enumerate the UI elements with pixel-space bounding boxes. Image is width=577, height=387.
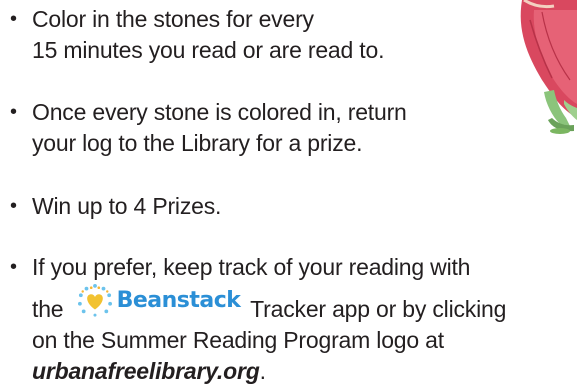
- bullet-marker: •: [10, 195, 17, 217]
- bullet-item-return-log: • Once every stone is colored in, return…: [10, 97, 407, 159]
- bullet-line: Once every stone is colored in, return: [32, 99, 407, 125]
- bullet-text-fragment: .: [259, 358, 266, 384]
- beanstack-sunburst-heart-icon: [77, 283, 112, 317]
- bullet-line-link: urbanafreelibrary.org.: [10, 356, 506, 387]
- bullet-line: your log to the Library for a prize.: [32, 130, 363, 156]
- bullet-line: Color in the stones for every: [32, 6, 314, 32]
- bullet-line: on the Summer Reading Program logo at: [32, 327, 444, 353]
- bullet-line: If you prefer, keep track of your readin…: [32, 254, 471, 280]
- bullet-line: Win up to 4 Prizes.: [32, 193, 222, 219]
- beanstack-wordmark: Beanstack: [116, 287, 241, 313]
- bullet-item-win-prizes: • Win up to 4 Prizes.: [10, 191, 221, 222]
- library-website-link[interactable]: urbanafreelibrary.org: [32, 358, 260, 384]
- character-illustration: [520, 0, 577, 134]
- bullet-marker: •: [10, 101, 17, 123]
- bullet-item-color-stones: • Color in the stones for every 15 minut…: [10, 4, 384, 66]
- bullet-marker: •: [10, 8, 17, 30]
- bullet-marker: •: [10, 256, 17, 278]
- bullet-line: 15 minutes you read or are read to.: [32, 37, 385, 63]
- bullet-item-beanstack: • If you prefer, keep track of your read…: [10, 252, 506, 387]
- beanstack-logo: Beanstack: [76, 283, 241, 317]
- bullet-line-beanstack: the Beanstack Tracker app or by clicking: [10, 283, 506, 325]
- bullet-text-fragment: the: [32, 296, 70, 322]
- bullet-text-fragment: Tracker app or by clicking: [244, 296, 507, 322]
